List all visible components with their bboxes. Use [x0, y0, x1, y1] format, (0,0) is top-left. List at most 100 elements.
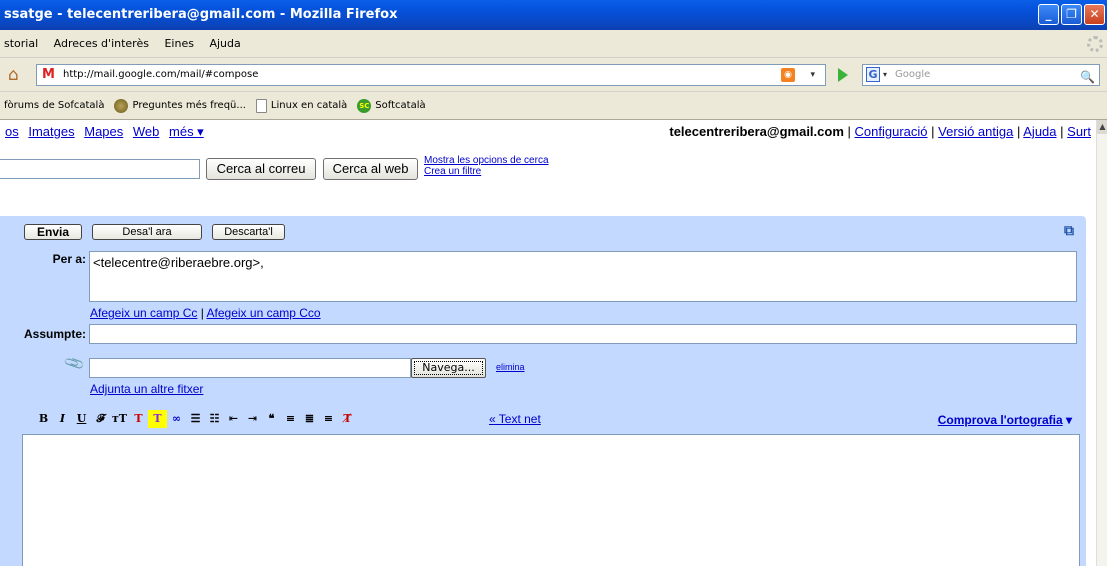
chevron-down-icon[interactable]: ▾ [1066, 413, 1072, 427]
home-icon[interactable]: ⌂ [8, 65, 30, 85]
nav-link-more[interactable]: més ▾ [169, 124, 204, 139]
underline-icon[interactable]: U [72, 410, 91, 428]
popout-icon[interactable]: ⧉ [1064, 224, 1078, 238]
italic-icon[interactable]: I [53, 410, 72, 428]
search-options-link[interactable]: Mostra les opcions de cerca [424, 155, 549, 166]
bookmarks-toolbar: fòrums de Sofcatalà Preguntes més freqü.… [0, 92, 1107, 120]
create-filter-link[interactable]: Crea un filtre [424, 166, 549, 177]
cc-links: Afegeix un camp Cc | Afegeix un camp Cco [90, 306, 321, 320]
help-link[interactable]: Ajuda [1023, 124, 1056, 139]
menu-tools[interactable]: Eines [164, 37, 193, 50]
softcatala-globe-icon [114, 98, 129, 113]
bookmark-softcatala[interactable]: SC Softcatalà [357, 92, 426, 119]
quote-icon[interactable]: ❝ [262, 410, 281, 428]
url-dropdown-icon[interactable]: ▾ [810, 65, 815, 85]
bookmark-label: Preguntes més freqü... [132, 99, 246, 111]
link-icon[interactable]: ∞ [167, 410, 186, 428]
save-draft-button[interactable]: Desa'l ara [92, 224, 202, 240]
page-scrollbar[interactable]: ▲ [1096, 120, 1107, 566]
window-titlebar: ssatge - telecentreribera@gmail.com - Mo… [0, 0, 1107, 30]
engine-dropdown-icon[interactable]: ▾ [883, 65, 887, 85]
add-cc-link[interactable]: Afegeix un camp Cc [90, 306, 197, 320]
menu-bookmarks[interactable]: Adreces d'interès [54, 37, 149, 50]
older-version-link[interactable]: Versió antiga [938, 124, 1013, 139]
throbber-icon [1087, 36, 1103, 52]
google-engine-icon[interactable]: G [866, 67, 880, 82]
bulleted-list-icon[interactable]: ☷ [205, 410, 224, 428]
compose-panel: Envia Desa'l ara Descarta'l ⧉ Per a: <te… [0, 216, 1086, 566]
user-email: telecentreribera@gmail.com [669, 124, 844, 139]
message-body-editor[interactable] [22, 434, 1080, 566]
separator: | [847, 124, 851, 139]
separator: | [931, 124, 935, 139]
url-text: http://mail.google.com/mail/#compose [63, 69, 259, 80]
go-arrow-icon[interactable] [838, 68, 848, 82]
highlight-color-icon[interactable]: T [148, 410, 167, 428]
spellcheck-link[interactable]: Comprova l'ortografia [938, 413, 1063, 427]
remove-formatting-icon[interactable]: T̸ [338, 410, 357, 428]
to-field[interactable]: <telecentre@riberaebre.org>, [89, 251, 1077, 302]
nav-link-images[interactable]: Imatges [28, 124, 74, 139]
bold-icon[interactable]: B [34, 410, 53, 428]
menu-history[interactable]: storial [4, 37, 38, 50]
bookmark-label: Linux en català [270, 99, 348, 111]
maximize-button[interactable]: ❐ [1061, 4, 1082, 25]
add-bcc-link[interactable]: Afegeix un camp Cco [207, 306, 321, 320]
mail-search-row: Cerca al correu Cerca al web Mostra les … [0, 155, 700, 182]
rss-icon[interactable]: ◉ [781, 68, 795, 82]
attach-another-file-link[interactable]: Adjunta un altre fitxer [90, 382, 203, 396]
settings-link[interactable]: Configuració [855, 124, 928, 139]
softcatala-logo-icon: SC [357, 98, 372, 113]
browse-button[interactable]: Navega... [411, 358, 486, 378]
to-value: <telecentre@riberaebre.org>, [93, 255, 264, 270]
bookmark-faq[interactable]: Preguntes més freqü... [114, 92, 246, 119]
nav-link-maps[interactable]: Mapes [84, 124, 123, 139]
remove-attachment-link[interactable]: elimina [496, 362, 525, 372]
text-color-icon[interactable]: T [129, 410, 148, 428]
align-center-icon[interactable]: ≣ [300, 410, 319, 428]
search-icon[interactable]: 🔍 [1080, 67, 1095, 87]
numbered-list-icon[interactable]: ☰ [186, 410, 205, 428]
page-content: os Imatges Mapes Web més ▾ telecentrerib… [0, 120, 1096, 566]
window-title: ssatge - telecentreribera@gmail.com - Mo… [4, 7, 398, 22]
send-button[interactable]: Envia [24, 224, 82, 240]
spellcheck-control[interactable]: Comprova l'ortografia ▾ [938, 413, 1072, 427]
bookmark-label: fòrums de Sofcatalà [4, 99, 105, 111]
url-bar[interactable]: M http://mail.google.com/mail/#compose ◉… [36, 64, 826, 86]
close-button[interactable]: ✕ [1084, 4, 1105, 25]
menu-bar: storial Adreces d'interès Eines Ajuda [0, 30, 1107, 58]
nav-link-web[interactable]: Web [133, 124, 160, 139]
menu-help[interactable]: Ajuda [209, 37, 240, 50]
nav-link-os[interactable]: os [5, 124, 19, 139]
bookmark-linux[interactable]: Linux en català [255, 92, 348, 119]
search-mail-button[interactable]: Cerca al correu [206, 158, 316, 180]
bookmark-forums[interactable]: fòrums de Sofcatalà [4, 92, 104, 119]
scroll-up-arrow-icon[interactable]: ▲ [1097, 120, 1107, 134]
outdent-icon[interactable]: ⇤ [224, 410, 243, 428]
search-engine-box[interactable]: G ▾ Google 🔍 [862, 64, 1100, 86]
minimize-button[interactable]: _ [1038, 4, 1059, 25]
separator: | [1016, 124, 1021, 139]
paperclip-icon: 📎 [63, 352, 87, 376]
formatting-toolbar: B I U 𝓕 тT T T ∞ ☰ ☷ ⇤ ⇥ ❝ ≡ ≣ ≡ T̸ [34, 410, 357, 428]
gmail-top-nav: os Imatges Mapes Web més ▾ telecentrerib… [0, 124, 1096, 142]
discard-button[interactable]: Descarta'l [212, 224, 285, 240]
gmail-favicon-icon: M [42, 67, 55, 82]
attachment-file-input[interactable] [89, 358, 411, 378]
navigation-toolbar: ⌂ M http://mail.google.com/mail/#compose… [0, 58, 1107, 92]
font-size-icon[interactable]: тT [110, 410, 129, 428]
align-left-icon[interactable]: ≡ [281, 410, 300, 428]
plain-text-link[interactable]: « Text net [489, 412, 541, 426]
bookmark-label: Softcatalà [375, 99, 426, 111]
separator: | [1060, 124, 1064, 139]
font-icon[interactable]: 𝓕 [91, 410, 110, 428]
search-web-button[interactable]: Cerca al web [323, 158, 418, 180]
mail-search-input[interactable] [0, 159, 200, 179]
subject-field[interactable] [89, 324, 1077, 344]
indent-icon[interactable]: ⇥ [243, 410, 262, 428]
align-right-icon[interactable]: ≡ [319, 410, 338, 428]
separator: | [200, 306, 204, 320]
signout-link[interactable]: Surt [1067, 124, 1091, 139]
subject-label: Assumpte: [23, 327, 86, 341]
to-label: Per a: [52, 252, 86, 266]
